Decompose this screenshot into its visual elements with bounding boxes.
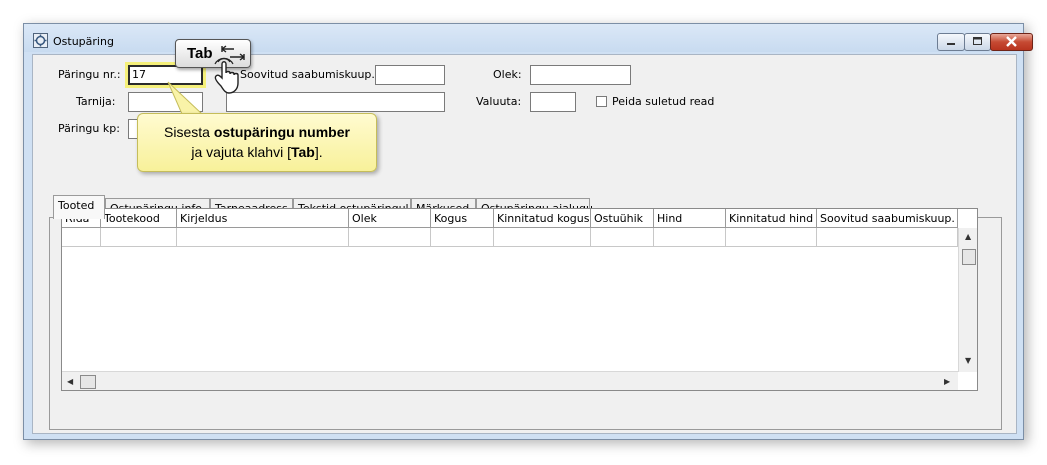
horizontal-scrollbar[interactable]: ◀ ▶ [62, 371, 958, 390]
grid-cell[interactable] [431, 228, 494, 247]
grid-cell[interactable] [349, 228, 431, 247]
maximize-icon [973, 37, 982, 45]
maximize-button[interactable] [964, 33, 991, 51]
status-input[interactable] [530, 65, 631, 85]
callout-text-line2: ja vajuta klahvi [ [191, 144, 291, 160]
scroll-down-icon[interactable]: ▼ [965, 356, 971, 366]
supplier-name-input[interactable] [226, 92, 445, 112]
request-number-label: Päringu nr.: [58, 68, 121, 81]
column-header[interactable]: Kinnitatud hind [726, 209, 817, 228]
scroll-right-icon[interactable]: ▶ [944, 377, 950, 387]
products-grid[interactable]: Rida Tootekood Kirjeldus Olek Kogus Kinn… [61, 208, 978, 391]
callout-key-text: Tab [290, 144, 315, 160]
scroll-left-icon[interactable]: ◀ [67, 377, 73, 387]
scroll-up-icon[interactable]: ▲ [965, 232, 971, 242]
column-header[interactable]: Ostuühik [591, 209, 654, 228]
grid-cell[interactable] [62, 228, 101, 247]
column-header[interactable]: Olek [349, 209, 431, 228]
grid-cell[interactable] [726, 228, 817, 247]
desired-arrival-label: Soovitud saabumiskuup.: [240, 68, 379, 81]
window-title: Ostupäring [53, 35, 114, 48]
app-icon [33, 33, 48, 48]
desired-arrival-input[interactable] [375, 65, 445, 85]
grid-cell[interactable] [494, 228, 591, 247]
horizontal-scroll-thumb[interactable] [80, 375, 96, 389]
tab-products[interactable]: Tooted [53, 195, 105, 219]
hide-closed-label: Peida suletud read [612, 95, 715, 108]
request-date-label: Päringu kp: [58, 122, 120, 135]
column-header[interactable]: Hind [654, 209, 726, 228]
column-header[interactable]: Kinnitatud kogus [494, 209, 591, 228]
vertical-scrollbar[interactable]: ▲ ▼ [958, 228, 977, 372]
grid-cell[interactable] [101, 228, 177, 247]
currency-label: Valuuta: [476, 95, 522, 108]
vertical-scroll-thumb[interactable] [962, 249, 976, 265]
hand-pointer-icon [214, 57, 239, 94]
minimize-icon [947, 43, 955, 45]
callout-text: Sisesta [164, 124, 214, 140]
minimize-button[interactable] [937, 33, 965, 51]
column-header[interactable]: Soovitud saabumiskuup. [817, 209, 958, 228]
title-bar[interactable]: Ostupäring [24, 24, 1033, 52]
tutorial-callout: Sisesta ostupäringu number ja vajuta kla… [137, 113, 377, 172]
callout-bold-text: ostupäringu number [213, 124, 350, 140]
grid-cell[interactable] [817, 228, 958, 247]
grid-cell[interactable] [591, 228, 654, 247]
grid-cell[interactable] [177, 228, 349, 247]
close-icon [1006, 36, 1017, 47]
column-header[interactable]: Tootekood [101, 209, 177, 228]
column-header[interactable]: Kogus [431, 209, 494, 228]
supplier-label: Tarnija: [76, 95, 116, 108]
close-button[interactable] [990, 33, 1033, 51]
callout-pointer [167, 81, 204, 115]
grid-cell[interactable] [654, 228, 726, 247]
hide-closed-checkbox[interactable] [596, 96, 607, 107]
status-label: Olek: [493, 68, 522, 81]
currency-input[interactable] [530, 92, 576, 112]
column-header[interactable]: Kirjeldus [177, 209, 349, 228]
callout-text-suffix: ]. [314, 144, 323, 160]
